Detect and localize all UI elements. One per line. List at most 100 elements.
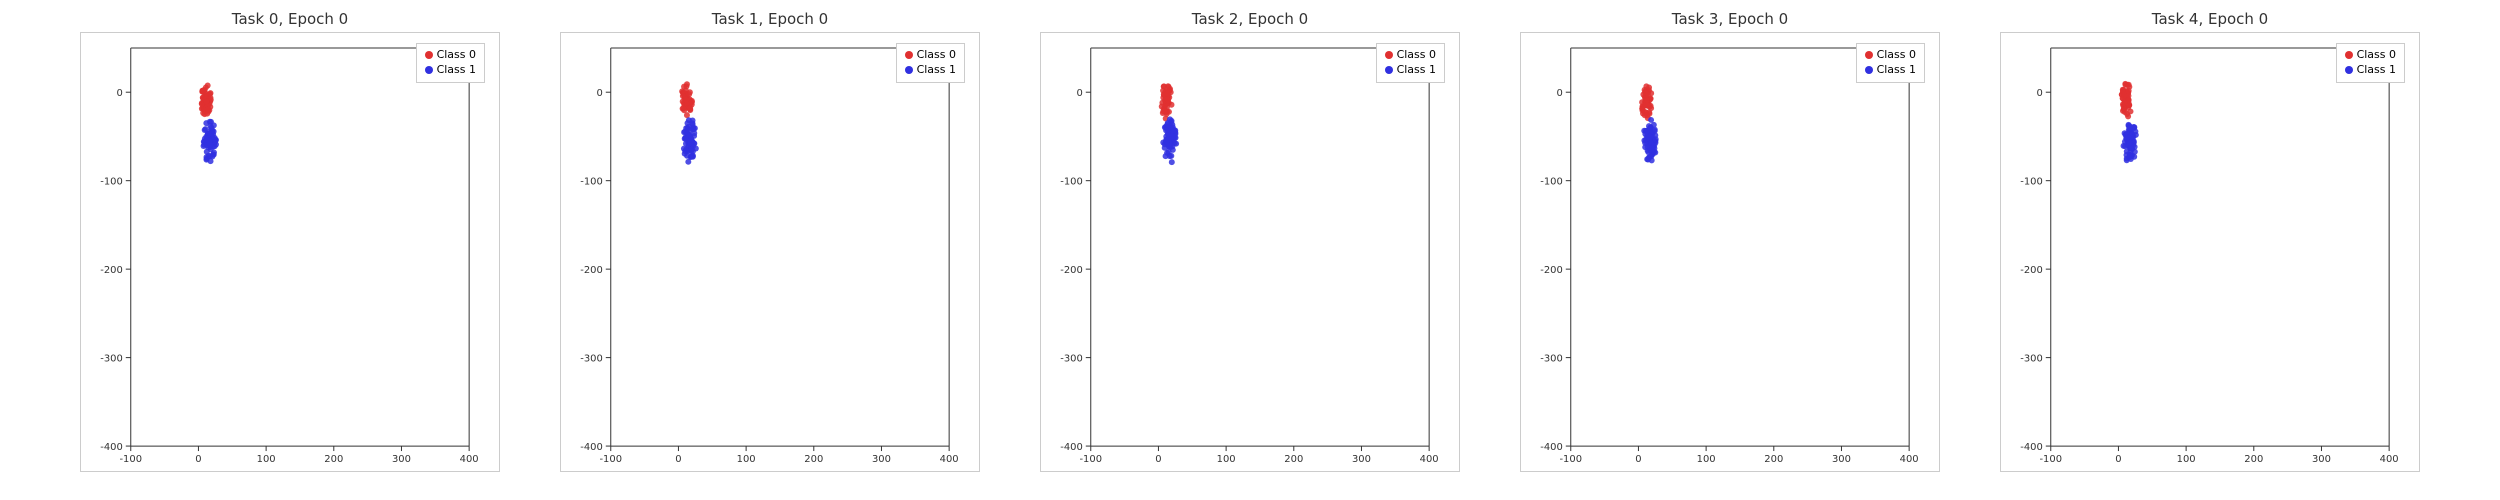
svg-text:-300: -300 (100, 354, 123, 365)
svg-text:200: 200 (1284, 454, 1303, 465)
legend-4: Class 0 Class 1 (2336, 43, 2405, 83)
svg-text:-100: -100 (1079, 454, 1102, 465)
svg-text:-100: -100 (119, 454, 142, 465)
chart-title-0: Task 0, Epoch 0 (232, 10, 348, 28)
legend-item-class1-3: Class 1 (1865, 63, 1916, 76)
svg-text:100: 100 (1217, 454, 1236, 465)
chart-wrapper-1: Task 1, Epoch 0-10001002003004000-100-20… (530, 10, 1010, 490)
svg-text:400: 400 (460, 454, 479, 465)
svg-text:-300: -300 (2020, 354, 2043, 365)
legend-label-class1: Class 1 (1877, 63, 1916, 76)
svg-text:-100: -100 (2020, 177, 2043, 188)
svg-text:300: 300 (1832, 454, 1851, 465)
chart-title-4: Task 4, Epoch 0 (2152, 10, 2268, 28)
class0-dot (905, 51, 913, 59)
svg-text:-100: -100 (1060, 177, 1083, 188)
chart-svg-1: -10001002003004000-100-200-300-400 (561, 33, 979, 471)
legend-0: Class 0 Class 1 (416, 43, 485, 83)
svg-text:100: 100 (1697, 454, 1716, 465)
chart-area-4: -10001002003004000-100-200-300-400Class … (2000, 32, 2420, 472)
legend-item-class0-0: Class 0 (425, 48, 476, 61)
svg-text:-300: -300 (580, 354, 603, 365)
svg-text:-200: -200 (1060, 265, 1083, 276)
chart-wrapper-2: Task 2, Epoch 0 -100 0 100 200 300 400 0 -100 -20… (1010, 10, 1490, 490)
legend-3: Class 0 Class 1 (1856, 43, 1925, 83)
charts-container: Task 0, Epoch 0 -100 0 100 200 300 400 0 -100 -20… (0, 0, 2500, 500)
svg-text:0: 0 (2036, 88, 2042, 99)
chart-area-0: -100 0 100 200 300 400 0 -100 -200 -300 -400 Class … (80, 32, 500, 472)
chart-svg-3: -100 0 100 200 300 400 0 -100 -200 -300 -400 (1521, 33, 1939, 471)
svg-text:-100: -100 (1559, 454, 1582, 465)
chart-title-1: Task 1, Epoch 0 (712, 10, 828, 28)
svg-text:300: 300 (1352, 454, 1371, 465)
svg-text:200: 200 (2244, 454, 2263, 465)
legend-2: Class 0 Class 1 (1376, 43, 1445, 83)
svg-text:0: 0 (116, 88, 122, 99)
legend-1: Class 0 Class 1 (896, 43, 965, 83)
svg-text:0: 0 (1155, 454, 1161, 465)
svg-text:-300: -300 (1540, 354, 1563, 365)
class1-dot (425, 66, 433, 74)
chart-area-2: -100 0 100 200 300 400 0 -100 -200 -300 -400 Class … (1040, 32, 1460, 472)
svg-text:0: 0 (596, 88, 602, 99)
svg-text:-400: -400 (1060, 442, 1083, 453)
chart-svg-0: -100 0 100 200 300 400 0 -100 -200 -300 -400 (81, 33, 499, 471)
legend-item-class1-4: Class 1 (2345, 63, 2396, 76)
legend-label-class0: Class 0 (1397, 48, 1436, 61)
legend-label-class0: Class 0 (437, 48, 476, 61)
svg-text:-100: -100 (100, 177, 123, 188)
svg-text:-200: -200 (100, 265, 123, 276)
legend-label-class1: Class 1 (2357, 63, 2396, 76)
class0-dot (425, 51, 433, 59)
svg-text:400: 400 (1900, 454, 1919, 465)
svg-text:-300: -300 (1060, 354, 1083, 365)
chart-svg-2: -100 0 100 200 300 400 0 -100 -200 -300 -400 (1041, 33, 1459, 471)
svg-text:400: 400 (1420, 454, 1439, 465)
chart-svg-4: -10001002003004000-100-200-300-400 (2001, 33, 2419, 471)
svg-text:-100: -100 (2039, 454, 2062, 465)
legend-item-class1-2: Class 1 (1385, 63, 1436, 76)
svg-text:-200: -200 (1540, 265, 1563, 276)
svg-text:0: 0 (1556, 88, 1562, 99)
svg-text:-400: -400 (580, 442, 603, 453)
svg-text:300: 300 (872, 454, 891, 465)
svg-text:0: 0 (2115, 454, 2121, 465)
legend-item-class0-3: Class 0 (1865, 48, 1916, 61)
svg-text:0: 0 (675, 454, 681, 465)
svg-text:300: 300 (2312, 454, 2331, 465)
chart-area-1: -10001002003004000-100-200-300-400Class … (560, 32, 980, 472)
svg-text:-100: -100 (580, 177, 603, 188)
svg-text:200: 200 (804, 454, 823, 465)
legend-label-class1: Class 1 (437, 63, 476, 76)
legend-label-class0: Class 0 (2357, 48, 2396, 61)
chart-wrapper-0: Task 0, Epoch 0 -100 0 100 200 300 400 0 -100 -20… (50, 10, 530, 490)
svg-text:-100: -100 (1540, 177, 1563, 188)
class1-dot (1385, 66, 1393, 74)
svg-text:0: 0 (1635, 454, 1641, 465)
svg-text:200: 200 (1764, 454, 1783, 465)
legend-item-class1-0: Class 1 (425, 63, 476, 76)
class1-dot (905, 66, 913, 74)
svg-text:-200: -200 (580, 265, 603, 276)
svg-text:-400: -400 (1540, 442, 1563, 453)
svg-text:-400: -400 (100, 442, 123, 453)
legend-label-class1: Class 1 (917, 63, 956, 76)
chart-area-3: -100 0 100 200 300 400 0 -100 -200 -300 -400 Class … (1520, 32, 1940, 472)
class1-dot (2345, 66, 2353, 74)
svg-text:0: 0 (195, 454, 201, 465)
class0-dot (1865, 51, 1873, 59)
svg-text:0: 0 (1076, 88, 1082, 99)
svg-text:400: 400 (2380, 454, 2399, 465)
legend-label-class0: Class 0 (917, 48, 956, 61)
legend-label-class0: Class 0 (1877, 48, 1916, 61)
chart-title-2: Task 2, Epoch 0 (1192, 10, 1308, 28)
legend-item-class1-1: Class 1 (905, 63, 956, 76)
svg-text:100: 100 (737, 454, 756, 465)
svg-text:-200: -200 (2020, 265, 2043, 276)
svg-text:200: 200 (324, 454, 343, 465)
legend-label-class1: Class 1 (1397, 63, 1436, 76)
chart-title-3: Task 3, Epoch 0 (1672, 10, 1788, 28)
chart-wrapper-4: Task 4, Epoch 0-10001002003004000-100-20… (1970, 10, 2450, 490)
svg-text:300: 300 (392, 454, 411, 465)
svg-text:100: 100 (257, 454, 276, 465)
